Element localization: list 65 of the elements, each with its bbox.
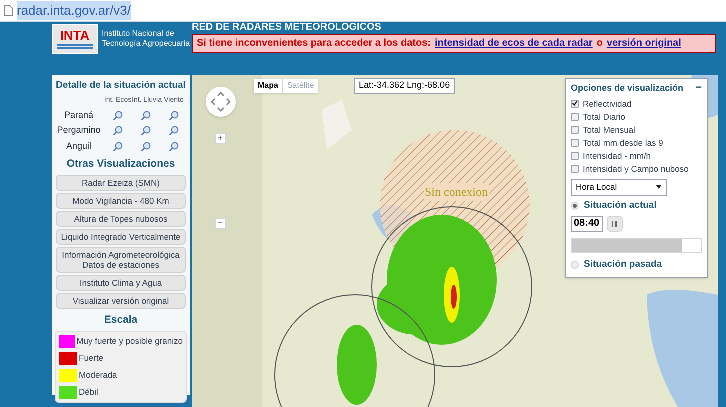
time-field[interactable]: 08:40 xyxy=(571,216,603,232)
checkbox-label: Intensidad - mm/h xyxy=(583,150,652,162)
section-title: Escala xyxy=(104,313,138,328)
zoom-magnifier-icon[interactable] xyxy=(141,110,151,120)
radar-name: Pergamino xyxy=(56,124,102,138)
checkbox-label: Total mm desde las 9 xyxy=(583,136,664,148)
zoom-magnifier-icon[interactable] xyxy=(141,142,151,152)
visualization-button[interactable]: Altura de Topes nubosos xyxy=(56,211,186,227)
page-icon xyxy=(4,5,13,16)
legend-label: Moderada xyxy=(79,368,118,382)
pause-button[interactable] xyxy=(606,216,623,232)
checkbox-label: Total Mensual xyxy=(583,124,636,136)
section-title: Otras Visualizaciones xyxy=(66,157,176,172)
time-zone-select[interactable]: Hora Local xyxy=(571,178,667,196)
link[interactable]: intensidad de ecos de cada radar xyxy=(434,36,593,51)
zoom-magnifier-icon[interactable] xyxy=(113,126,123,136)
checkbox[interactable] xyxy=(571,100,579,108)
pause-icon xyxy=(612,220,618,227)
checkbox[interactable] xyxy=(571,126,579,134)
institute-name-line: Instituto Nacional de xyxy=(102,29,176,39)
checkbox-label: Total Diario xyxy=(583,110,626,122)
institute-name-line: Tecnología Agropecuaria xyxy=(102,39,190,49)
radio-label: Situación actual xyxy=(584,198,657,212)
connector-text: o xyxy=(596,37,603,51)
zoom-magnifier-icon[interactable] xyxy=(169,142,179,152)
address-url[interactable]: radar.inta.gov.ar/v3/ xyxy=(17,0,131,20)
visualization-button[interactable]: Modo Vigilancia - 480 Km xyxy=(56,193,186,209)
visualization-button[interactable]: Radar Ezeiza (SMN) xyxy=(56,175,186,191)
visualization-button[interactable]: Instituto Clima y Agua xyxy=(56,275,186,291)
zoom-magnifier-icon[interactable] xyxy=(113,142,123,152)
legend-label: Muy fuerte y posible granizo xyxy=(76,334,183,348)
zoom-in-button[interactable]: + xyxy=(215,133,226,144)
logo: INTA xyxy=(52,24,98,54)
visualization-button[interactable]: Visualizar versión original xyxy=(56,293,186,309)
visualization-button[interactable]: Información Agrometeorológica Datos de estaciones xyxy=(56,247,186,273)
checkbox[interactable] xyxy=(571,112,579,120)
map-overlay-label: Sin conexion xyxy=(424,183,489,201)
zoom-magnifier-icon[interactable] xyxy=(169,126,179,136)
zoom-magnifier-icon[interactable] xyxy=(113,110,123,120)
collapse-button[interactable]: − xyxy=(696,83,702,94)
radio-button[interactable] xyxy=(571,260,579,269)
checkbox-label: Reflectividad xyxy=(583,98,632,110)
radar-name: Anguil xyxy=(65,140,93,153)
radio-label: Situación pasada xyxy=(584,258,662,272)
arrows-icon xyxy=(211,92,231,112)
checkbox[interactable] xyxy=(571,138,579,146)
notice-text: Si tiene inconvenientes para acceder a los datos: xyxy=(197,37,431,51)
legend-label: Fuerte xyxy=(79,352,104,365)
checkbox-label: Intensidad y Campo nuboso xyxy=(583,162,689,174)
zoom-magnifier-icon[interactable] xyxy=(141,126,151,136)
checkbox[interactable] xyxy=(571,164,579,172)
coordinates-label: Lat:-34.362 Lng:-68.06 xyxy=(354,78,456,94)
link[interactable]: versión original xyxy=(606,36,682,51)
zoom-out-button[interactable]: − xyxy=(215,218,226,229)
radio-button[interactable] xyxy=(571,202,579,210)
checkbox[interactable] xyxy=(571,152,579,160)
visualization-button[interactable]: Liquido Integrado Verticalmente xyxy=(56,229,186,245)
radar-name: Paraná xyxy=(63,108,95,122)
zoom-magnifier-icon[interactable] xyxy=(169,110,179,120)
panel-title: Opciones de visualización xyxy=(571,82,684,95)
map-type-tab[interactable]: Mapa xyxy=(254,79,282,93)
section-title: Detalle de la situación actual xyxy=(56,79,186,93)
page-title: RED DE RADARES METEOROLOGICOS xyxy=(192,22,382,33)
legend-label: Débil xyxy=(79,386,98,399)
dropdown-icon xyxy=(656,185,662,189)
